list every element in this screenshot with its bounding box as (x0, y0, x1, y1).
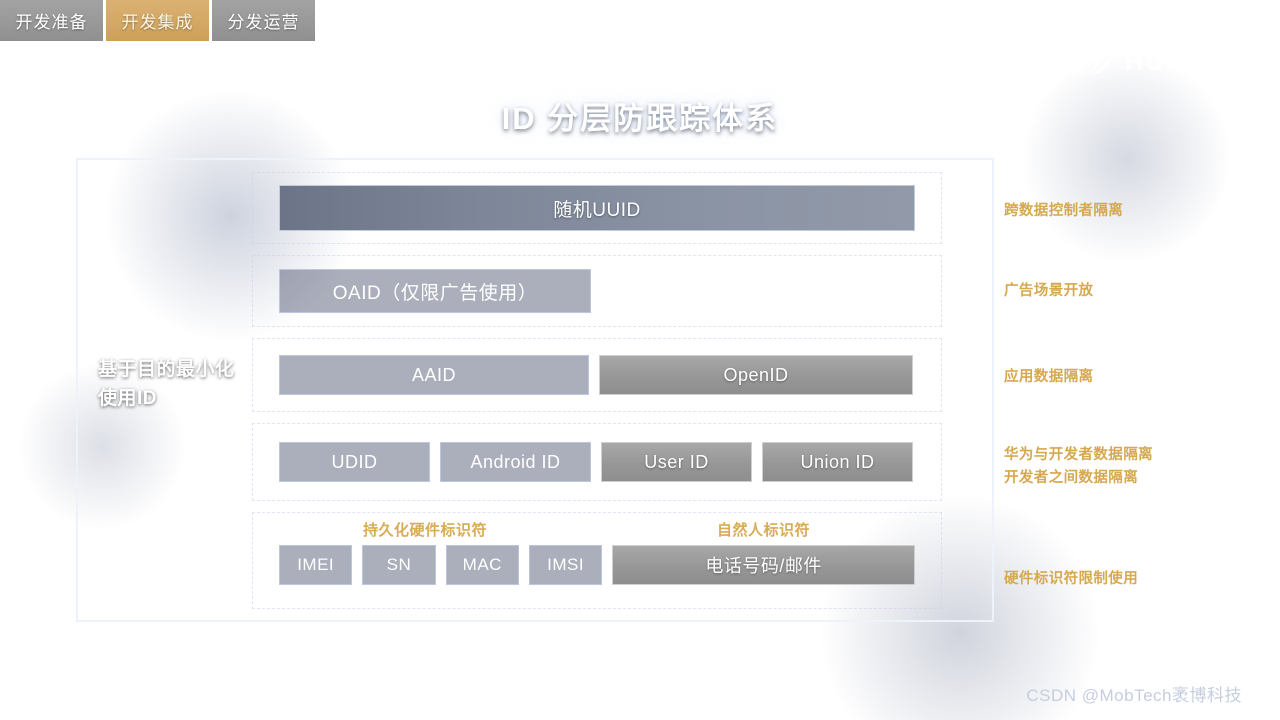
page-title: ID 分层防跟踪体系 (501, 101, 779, 136)
tab-label: 开发准备 (15, 13, 88, 32)
annotation-ad-scenario-open: 广告场景开放 (1004, 283, 1094, 299)
tab-distribution-operation[interactable]: 分发运营 (212, 0, 315, 41)
huawei-flower-logo-icon (1065, 40, 1113, 85)
diagram-row-app-level: AAID OpenID (252, 338, 942, 412)
diagram-rows: 随机UUID OAID（仅限广告使用） AAID OpenID UDID And… (252, 172, 942, 620)
chip-label: OpenID (723, 364, 789, 385)
chip-sn[interactable]: SN (362, 545, 436, 585)
chip-label: UDID (331, 451, 378, 472)
chip-label: OAID（仅限广告使用） (332, 282, 538, 304)
diagram-row-oaid: OAID（仅限广告使用） (252, 255, 942, 327)
diagram-row-uuid: 随机UUID (252, 172, 942, 244)
diagram-left-label: 基于目的最小化使用ID (98, 359, 235, 409)
annotation-huawei-developer-isolation: 华为与开发者数据隔离 开发者之间数据隔离 (1004, 444, 1153, 490)
chip-phone-email[interactable]: 电话号码/邮件 (612, 545, 916, 585)
tab-label: 分发运营 (227, 13, 300, 32)
chip-label: 随机UUID (553, 199, 641, 221)
annotation-app-data-isolation: 应用数据隔离 (1004, 369, 1094, 385)
brand-logo: HUAWEI (1065, 40, 1240, 85)
chip-imei[interactable]: IMEI (279, 545, 353, 585)
chip-label: IMSI (547, 555, 585, 574)
chip-openid[interactable]: OpenID (599, 355, 913, 395)
chip-label: Android ID (470, 451, 561, 472)
chip-label: AAID (411, 364, 456, 385)
chip-mac[interactable]: MAC (445, 545, 519, 585)
chip-label: SN (386, 555, 412, 574)
diagram-row-hardware-level: 持久化硬件标识符 自然人标识符 IMEI SN MAC IMSI 电话号码/邮件 (252, 512, 942, 609)
annotation-hardware-id-restricted: 硬件标识符限制使用 (1004, 571, 1139, 587)
chip-label: IMEI (297, 555, 335, 574)
hardware-row-subheadings: 持久化硬件标识符 自然人标识符 (279, 519, 915, 545)
tab-development-preparation[interactable]: 开发准备 (0, 0, 103, 41)
chip-user-id[interactable]: User ID (601, 442, 752, 482)
tab-development-integration[interactable]: 开发集成 (106, 0, 209, 41)
chip-udid[interactable]: UDID (279, 442, 430, 482)
chip-android-id[interactable]: Android ID (440, 442, 591, 482)
subheading-persistent-hardware-id: 持久化硬件标识符 (363, 522, 488, 539)
chip-aaid[interactable]: AAID (279, 355, 589, 395)
annotation-cross-controller-isolation: 跨数据控制者隔离 (1004, 203, 1124, 219)
chip-label: MAC (462, 555, 502, 574)
chip-imsi[interactable]: IMSI (528, 545, 603, 585)
chip-random-uuid[interactable]: 随机UUID (279, 185, 915, 231)
id-hierarchy-diagram: 基于目的最小化使用ID 随机UUID OAID（仅限广告使用） AAID Ope… (76, 158, 994, 622)
diagram-row-device-level: UDID Android ID User ID Union ID (252, 423, 942, 501)
annotation-line-1: 华为与开发者数据隔离 (1004, 447, 1153, 463)
chip-union-id[interactable]: Union ID (762, 442, 913, 482)
chip-label: User ID (644, 451, 709, 472)
chip-label: 电话号码/邮件 (705, 556, 822, 576)
watermark: CSDN @MobTech袤博科技 (1026, 686, 1242, 705)
tab-label: 开发集成 (121, 13, 194, 32)
annotation-line-2: 开发者之间数据隔离 (1004, 470, 1139, 487)
top-tab-bar: 开发准备 开发集成 分发运营 (0, 0, 318, 41)
brand-name: HUAWEI (1125, 48, 1240, 76)
chip-label: Union ID (800, 451, 875, 472)
subheading-natural-person-id: 自然人标识符 (717, 522, 811, 539)
chip-oaid[interactable]: OAID（仅限广告使用） (279, 269, 591, 313)
